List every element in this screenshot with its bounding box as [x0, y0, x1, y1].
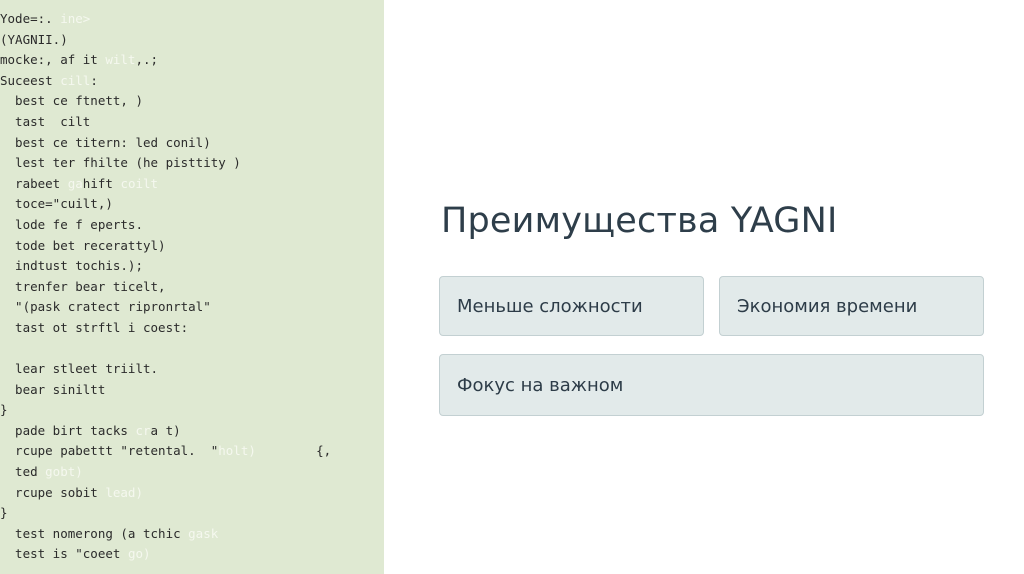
- code-line: tast ot strftl i coest:: [0, 318, 384, 339]
- code-line: Yode=:. ine>: [0, 9, 384, 30]
- code-text: }: [0, 402, 8, 418]
- code-text: }: [0, 505, 8, 521]
- benefit-card-less-complexity: Меньше сложности: [439, 276, 704, 336]
- code-text-faded: go): [127, 546, 151, 562]
- code-text-tail: a t): [150, 422, 181, 438]
- code-text-tail: :: [90, 72, 98, 88]
- code-text: bear siniltt: [0, 381, 106, 397]
- code-line: best ce titern: led conil): [0, 133, 384, 154]
- code-line: test is "coeet go): [0, 544, 384, 565]
- code-line: (YAGNII.): [0, 30, 384, 51]
- code-text-faded: holt): [218, 443, 256, 459]
- code-line: pade birt tacks cra t): [0, 421, 384, 442]
- code-text-faded: ine>: [60, 11, 91, 26]
- code-text: tode bet recerattyl): [0, 237, 166, 253]
- code-line: rcupe sobit lead): [0, 483, 384, 504]
- code-line: Suceest cill:: [0, 71, 384, 92]
- code-line: trenfer bear ticelt,: [0, 277, 384, 298]
- benefit-card-label: Меньше сложности: [457, 295, 643, 317]
- code-text: tast cilt: [0, 113, 91, 129]
- code-line: rcupe pabettt "retental. "holt) {,: [0, 441, 384, 462]
- code-text-faded: coilt: [120, 175, 159, 191]
- code-text-faded: gask: [188, 525, 219, 541]
- code-text: indtust tochis.);: [0, 258, 143, 274]
- code-text: tast ot strftl i coest:: [0, 319, 189, 335]
- code-text: rcupe sobit: [0, 484, 106, 500]
- code-text-faded: gobt): [45, 464, 83, 480]
- code-line: test nomerong (a tchic gask: [0, 524, 384, 545]
- code-text: best ce titern: led conil): [0, 134, 211, 150]
- benefit-card-label: Фокус на важном: [457, 374, 624, 396]
- benefit-card-focus: Фокус на важном: [439, 354, 984, 416]
- code-line: lear stleet triilt.: [0, 359, 384, 380]
- code-text: rcupe pabettt "retental. ": [0, 443, 219, 459]
- code-panel: Yode=:. ine> (YAGNII.) mocke:, af it wilt,…: [0, 0, 384, 574]
- code-line: "(pask cratect ripronrtal": [0, 297, 384, 318]
- code-text: rabeet: [0, 175, 68, 191]
- code-line: ted gobt): [0, 462, 384, 483]
- code-text: test nomerong (a tchic: [0, 525, 189, 541]
- code-text: (YAGNII.): [0, 31, 68, 47]
- code-text: toce="cuilt,): [0, 196, 113, 212]
- code-text: mocke:, af it: [0, 52, 106, 68]
- code-text: trenfer bear ticelt,: [0, 278, 166, 294]
- code-line: lode fe f eperts.: [0, 215, 384, 236]
- code-text-faded: cr: [135, 422, 151, 438]
- code-line: }: [0, 400, 384, 421]
- code-text: test is "coeet: [0, 546, 128, 562]
- code-text-tail: hift: [82, 175, 121, 191]
- code-text: best ce ftnett, ): [0, 93, 143, 109]
- code-line: indtust tochis.);: [0, 256, 384, 277]
- code-text: lest ter fhilte (he pisttity ): [0, 155, 241, 171]
- code-text: pade birt tacks: [0, 422, 136, 438]
- code-text: Suceest: [0, 72, 61, 88]
- code-line: toce="cuilt,): [0, 194, 384, 215]
- code-text: Yode=:.: [0, 11, 61, 26]
- code-text-faded: cill: [60, 72, 91, 88]
- code-text-faded: ga: [67, 175, 83, 191]
- code-text: "(pask cratect ripronrtal": [0, 299, 211, 315]
- slide-title: Преимущества YAGNI: [441, 201, 838, 241]
- code-text-tail: {,: [255, 443, 332, 459]
- benefit-card-label: Экономия времени: [737, 295, 918, 317]
- code-line: tode bet recerattyl): [0, 236, 384, 257]
- code-line: lest ter fhilte (he pisttity ): [0, 153, 384, 174]
- code-line: }: [0, 503, 384, 524]
- code-text: lode fe f eperts.: [0, 216, 143, 232]
- code-line: mocke:, af it wilt,.;: [0, 50, 384, 71]
- benefit-card-time-saving: Экономия времени: [719, 276, 984, 336]
- code-text: ted: [0, 464, 46, 480]
- code-line: bear siniltt: [0, 380, 384, 401]
- code-line: best ce ftnett, ): [0, 91, 384, 112]
- code-text-faded: lead): [105, 484, 143, 500]
- code-line: rabeet gahift coilt: [0, 174, 384, 195]
- code-text-tail: ,.;: [135, 52, 159, 68]
- code-text-faded: wilt: [105, 52, 136, 68]
- code-text: lear stleet triilt.: [0, 361, 159, 377]
- code-line: tast cilt: [0, 112, 384, 133]
